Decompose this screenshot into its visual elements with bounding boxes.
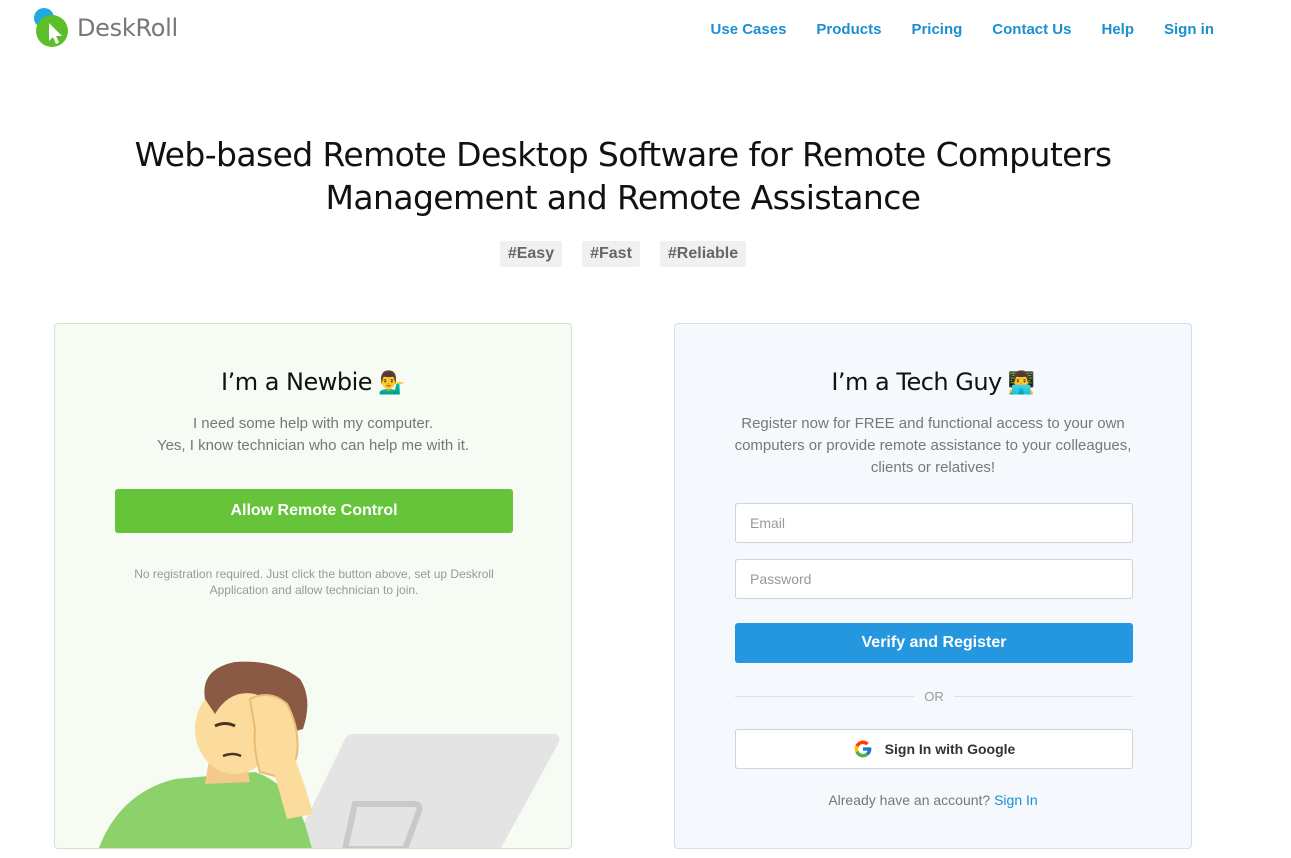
nav-sign-in[interactable]: Sign in <box>1164 21 1214 38</box>
person-tipping-hand-icon: 💁‍♂️ <box>378 371 405 396</box>
newbie-note-line2: Application and allow technician to join… <box>209 583 419 597</box>
hero-title: Web-based Remote Desktop Software for Re… <box>0 133 1246 219</box>
main-nav: Use Cases Products Pricing Contact Us He… <box>711 21 1214 38</box>
frustrated-user-illustration <box>98 661 560 848</box>
nav-help[interactable]: Help <box>1101 21 1134 38</box>
sign-in-link[interactable]: Sign In <box>994 792 1038 808</box>
or-divider: OR <box>735 688 1133 704</box>
or-label: OR <box>924 688 944 704</box>
tech-guy-title-text: I’m a Tech Guy <box>831 368 1002 396</box>
newbie-card: I’m a Newbie 💁‍♂️ I need some help with m… <box>54 323 572 849</box>
already-have-account: Already have an account? Sign In <box>675 792 1191 808</box>
newbie-description: I need some help with my computer. Yes, … <box>55 413 571 457</box>
already-text: Already have an account? <box>828 792 991 808</box>
newbie-note: No registration required. Just click the… <box>115 566 513 598</box>
google-sign-in-button[interactable]: Sign In with Google <box>735 729 1133 769</box>
divider-line-left <box>735 695 915 697</box>
tech-guy-desc-line1: Register now for FREE and functional acc… <box>741 415 1125 432</box>
tag-fast: #Fast <box>582 241 640 267</box>
nav-pricing[interactable]: Pricing <box>911 21 962 38</box>
email-field[interactable] <box>735 503 1133 543</box>
tech-guy-card: I’m a Tech Guy 👨‍💻 Register now for FREE … <box>674 323 1192 849</box>
brand-logo[interactable]: DeskRoll <box>33 6 178 50</box>
technologist-icon: 👨‍💻 <box>1007 371 1035 396</box>
tech-guy-desc-line2: computers or provide remote assistance t… <box>734 437 1132 454</box>
deskroll-logo-icon <box>34 8 68 47</box>
tag-easy: #Easy <box>499 241 563 267</box>
verify-register-button[interactable]: Verify and Register <box>735 623 1133 663</box>
newbie-title-text: I’m a Newbie <box>221 368 373 396</box>
hero-title-line1: Web-based Remote Desktop Software for Re… <box>134 135 1112 174</box>
newbie-desc-line1: I need some help with my computer. <box>192 415 434 432</box>
nav-products[interactable]: Products <box>816 21 881 38</box>
hero-tags: #Easy #Fast #Reliable <box>0 241 1246 267</box>
newbie-note-line1: No registration required. Just click the… <box>134 567 494 581</box>
tech-guy-description: Register now for FREE and functional acc… <box>675 413 1191 479</box>
tag-reliable: #Reliable <box>659 241 747 267</box>
password-field[interactable] <box>735 559 1133 599</box>
tech-guy-title: I’m a Tech Guy 👨‍💻 <box>675 368 1191 396</box>
newbie-desc-line2: Yes, I know technician who can help me w… <box>156 437 470 454</box>
tech-guy-desc-line3: clients or relatives! <box>870 459 996 476</box>
nav-use-cases[interactable]: Use Cases <box>711 21 787 38</box>
google-sign-in-label: Sign In with Google <box>884 741 1016 757</box>
brand-name: DeskRoll <box>77 14 178 42</box>
divider-line-right <box>953 695 1133 697</box>
newbie-title: I’m a Newbie 💁‍♂️ <box>55 368 571 396</box>
hero-title-line2: Management and Remote Assistance <box>325 178 922 217</box>
allow-remote-control-button[interactable]: Allow Remote Control <box>115 489 513 533</box>
google-icon <box>854 740 872 758</box>
nav-contact-us[interactable]: Contact Us <box>992 21 1071 38</box>
